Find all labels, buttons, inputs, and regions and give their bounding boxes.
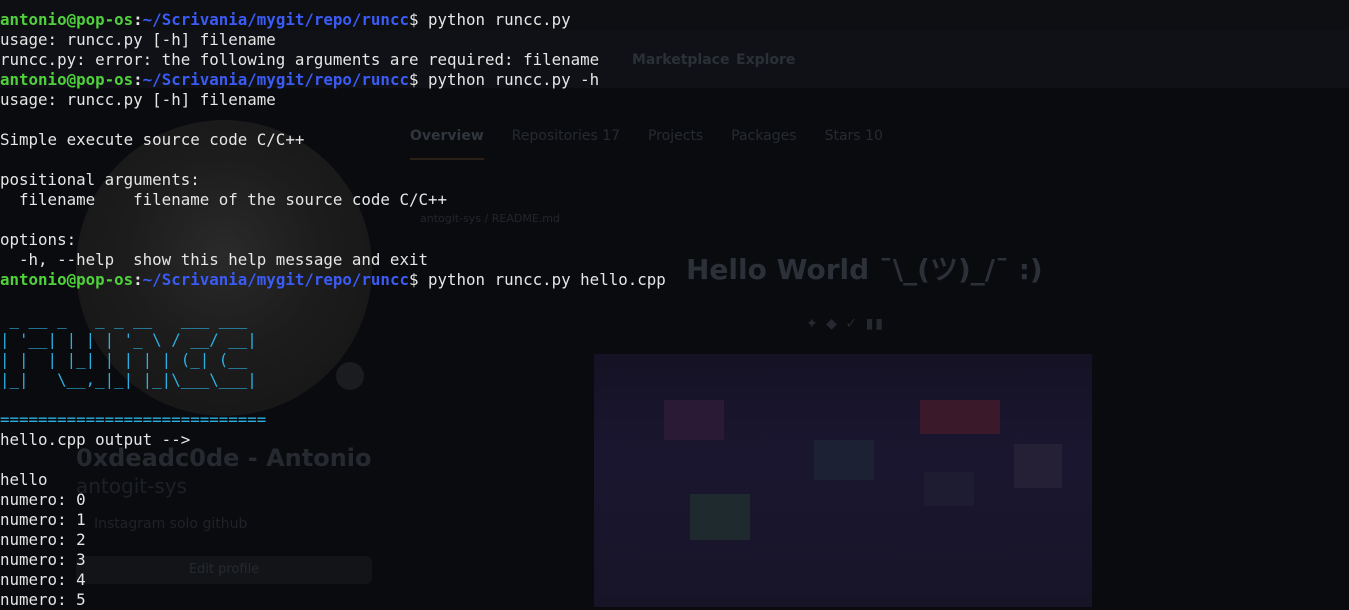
prompt-path: ~/Scrivania/mygit/repo/runcc bbox=[142, 10, 409, 29]
banner-line: | '__| | | | '_ \ / __/ __| bbox=[0, 330, 257, 349]
banner-line: _ __ _ _ _ __ ___ ___ bbox=[0, 310, 248, 329]
output-line: numero: 0 bbox=[0, 490, 86, 509]
output-line: -h, --help show this help message and ex… bbox=[0, 250, 428, 269]
output-line: usage: runcc.py [-h] filename bbox=[0, 30, 276, 49]
command-text: python runcc.py hello.cpp bbox=[428, 270, 666, 289]
output-line: hello bbox=[0, 470, 48, 489]
output-line: numero: 3 bbox=[0, 550, 86, 569]
banner-separator: ============================ bbox=[0, 410, 267, 429]
output-line: numero: 2 bbox=[0, 530, 86, 549]
readme-emoji-row: ✦ ◆ ✓ ▮▮ bbox=[806, 316, 885, 332]
prompt-line: antonio@pop-os:~/Scrivania/mygit/repo/ru… bbox=[0, 270, 666, 289]
prompt-path: ~/Scrivania/mygit/repo/runcc bbox=[142, 270, 409, 289]
readme-image bbox=[594, 354, 1092, 607]
output-line: options: bbox=[0, 230, 77, 249]
prompt-symbol: $ bbox=[408, 70, 419, 89]
banner-line: |_| \__,_|_| |_|\___\___| bbox=[0, 370, 257, 389]
prompt-symbol: $ bbox=[408, 270, 419, 289]
tab-stars: Stars 10 bbox=[824, 128, 883, 144]
output-header: hello.cpp output --> bbox=[0, 430, 191, 449]
output-line: usage: runcc.py [-h] filename bbox=[0, 90, 276, 109]
output-line: positional arguments: bbox=[0, 170, 200, 189]
prompt-user: antonio@pop-os bbox=[0, 270, 134, 289]
output-line: Simple execute source code C/C++ bbox=[0, 130, 305, 149]
command-text: python runcc.py -h bbox=[428, 70, 600, 89]
prompt-symbol: $ bbox=[408, 10, 419, 29]
prompt-line: antonio@pop-os:~/Scrivania/mygit/repo/ru… bbox=[0, 70, 600, 89]
output-line: filename filename of the source code C/C… bbox=[0, 190, 447, 209]
command-text: python runcc.py bbox=[428, 10, 571, 29]
output-line: numero: 4 bbox=[0, 570, 86, 589]
terminal-output[interactable]: antonio@pop-os:~/Scrivania/mygit/repo/ru… bbox=[0, 10, 666, 610]
output-line: numero: 1 bbox=[0, 510, 86, 529]
prompt-user: antonio@pop-os bbox=[0, 10, 134, 29]
nav-explore: Explore bbox=[736, 52, 796, 68]
output-line: numero: 5 bbox=[0, 590, 86, 609]
error-line: runcc.py: error: the following arguments… bbox=[0, 50, 600, 69]
prompt-line: antonio@pop-os:~/Scrivania/mygit/repo/ru… bbox=[0, 10, 571, 29]
prompt-user: antonio@pop-os bbox=[0, 70, 134, 89]
banner-line: | | | |_| | | | | (_| (__ bbox=[0, 350, 248, 369]
prompt-path: ~/Scrivania/mygit/repo/runcc bbox=[142, 70, 409, 89]
tab-packages: Packages bbox=[731, 128, 797, 144]
readme-title: Hello World ¯\_(ツ)_/¯ :) bbox=[686, 253, 1043, 286]
